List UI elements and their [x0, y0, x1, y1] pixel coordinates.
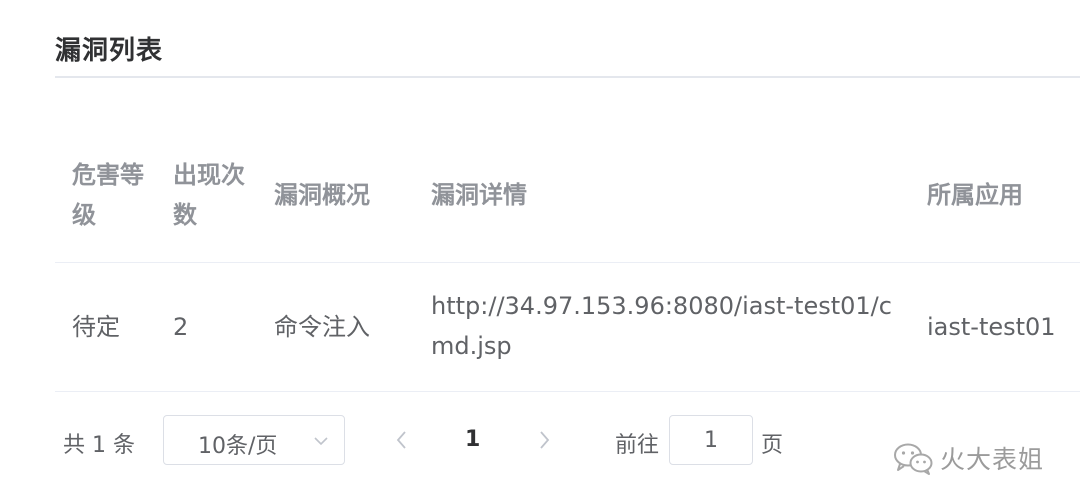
page-number-current[interactable]: 1 — [465, 427, 480, 452]
cell-details[interactable]: http://34.97.153.96:8080/iast-test01/cmd… — [431, 286, 911, 366]
goto-label: 前往 — [615, 433, 660, 458]
header-count[interactable]: 出现次数 — [173, 155, 253, 235]
total-count: 共 1 条 — [63, 433, 135, 458]
cell-app: iast-test01 — [927, 313, 1056, 341]
goto-suffix: 页 — [761, 433, 784, 458]
title-divider — [55, 76, 1080, 78]
next-page-button[interactable] — [531, 427, 557, 453]
watermark-text: 火大表姐 — [940, 445, 1045, 474]
section-title: 漏洞列表 — [55, 36, 164, 66]
table-header: 危害等级 出现次数 漏洞概况 漏洞详情 所属应用 — [55, 128, 1080, 263]
page-size-value: 10条/页 — [198, 434, 278, 459]
cell-severity: 待定 — [72, 313, 120, 341]
vulnerability-table: 危害等级 出现次数 漏洞概况 漏洞详情 所属应用 待定 2 命令注入 http:… — [55, 128, 1080, 392]
watermark: 火大表姐 — [892, 438, 1044, 478]
wechat-icon — [894, 443, 933, 475]
header-details[interactable]: 漏洞详情 — [431, 175, 911, 215]
header-severity[interactable]: 危害等级 — [72, 155, 152, 235]
goto-page-input[interactable] — [669, 415, 753, 465]
table-row[interactable]: 待定 2 命令注入 http://34.97.153.96:8080/iast-… — [55, 263, 1080, 392]
prev-page-button[interactable] — [389, 427, 415, 453]
header-overview[interactable]: 漏洞概况 — [274, 175, 414, 215]
chevron-down-icon — [314, 437, 328, 446]
header-app[interactable]: 所属应用 — [927, 175, 1080, 215]
cell-count: 2 — [173, 313, 189, 341]
cell-overview: 命令注入 — [274, 313, 370, 341]
vulnerability-list-page: 漏洞列表 危害等级 出现次数 漏洞概况 漏洞详情 所属应用 待定 2 命令注入 … — [0, 0, 1080, 504]
page-size-select[interactable]: 10条/页 — [163, 415, 345, 465]
